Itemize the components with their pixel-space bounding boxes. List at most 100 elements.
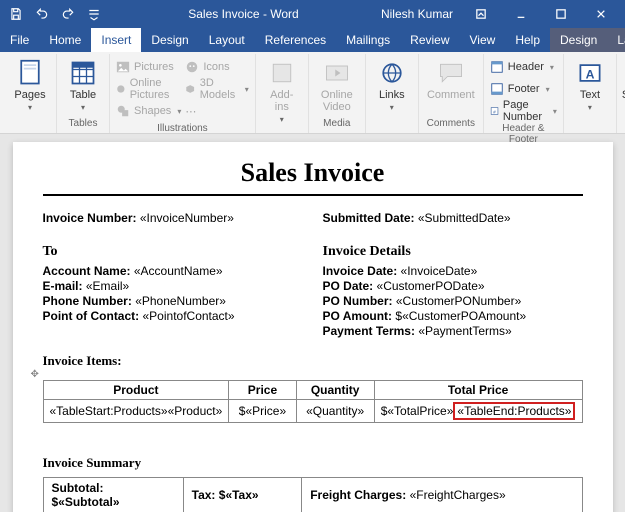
document-area[interactable]: Sales Invoice Invoice Number: «InvoiceNu… — [0, 134, 625, 512]
icons-button[interactable]: Icons — [185, 57, 248, 77]
phone-line: Phone Number: «PhoneNumber» — [43, 294, 303, 308]
header-button[interactable]: Header▾ — [490, 57, 557, 77]
online-pictures-button[interactable]: Online Pictures — [116, 79, 181, 99]
page: Sales Invoice Invoice Number: «InvoiceNu… — [13, 142, 613, 512]
tab-mailings[interactable]: Mailings — [336, 28, 400, 52]
svg-text:A: A — [586, 67, 595, 81]
comment-label: Comment — [427, 89, 475, 101]
pictures-button[interactable]: Pictures — [116, 57, 181, 77]
shapes-button[interactable]: Shapes▾ — [116, 101, 181, 121]
ribbon-tabs: File Home Insert Design Layout Reference… — [0, 28, 625, 52]
ribbon-display-button[interactable] — [461, 0, 501, 28]
group-header-footer: Header▾ Footer▾ #Page Number▾ Header & F… — [484, 54, 564, 133]
poc-line: Point of Contact: «PointofContact» — [43, 309, 303, 323]
comment-button[interactable]: Comment — [425, 57, 477, 101]
tab-help[interactable]: Help — [505, 28, 550, 52]
tab-layout[interactable]: Layout — [199, 28, 255, 52]
online-picture-icon — [116, 82, 126, 96]
poamt-line: PO Amount: $«CustomerPOAmount» — [323, 309, 583, 323]
title-bar: Sales Invoice - Word Nilesh Kumar — [0, 0, 625, 28]
table-label: Table — [70, 89, 96, 101]
group-label-media: Media — [315, 116, 359, 131]
th-product: Product — [43, 381, 229, 400]
tab-file[interactable]: File — [0, 28, 39, 52]
icons-icon — [185, 60, 199, 74]
comment-icon — [437, 59, 465, 87]
tab-review[interactable]: Review — [400, 28, 459, 52]
pages-button[interactable]: Pages ▾ — [10, 57, 50, 112]
table-row: Subtotal: $«Subtotal» Tax: $«Tax» Freigh… — [43, 478, 582, 512]
links-button[interactable]: Links ▾ — [372, 57, 412, 112]
group-illustrations: Pictures Online Pictures Shapes▾ Icons 3… — [110, 54, 256, 133]
td-tax: Tax: $«Tax» — [183, 478, 302, 512]
text-button[interactable]: A Text ▾ — [570, 57, 610, 112]
tab-references[interactable]: References — [255, 28, 336, 52]
save-button[interactable] — [4, 3, 28, 25]
text-label: Text — [580, 89, 600, 101]
to-heading: To — [43, 244, 303, 260]
footer-button[interactable]: Footer▾ — [490, 79, 557, 99]
items-heading: Invoice Items: — [43, 353, 583, 369]
video-icon — [323, 59, 351, 87]
tab-table-design[interactable]: Design — [550, 28, 607, 52]
table-icon — [69, 59, 97, 87]
th-price: Price — [229, 381, 296, 400]
3d-models-label: 3D Models — [200, 77, 239, 101]
invdate-line: Invoice Date: «InvoiceDate» — [323, 264, 583, 278]
picture-icon — [116, 60, 130, 74]
td-product: «TableStart:Products»«Product» — [43, 400, 229, 423]
table-move-handle-icon[interactable]: ✥ — [31, 369, 583, 380]
page-number-icon: # — [490, 104, 499, 118]
tab-insert[interactable]: Insert — [91, 28, 141, 52]
tab-table-layout[interactable]: Layout — [607, 28, 625, 52]
redo-button[interactable] — [56, 3, 80, 25]
quick-access-toolbar — [4, 3, 106, 25]
maximize-button[interactable] — [541, 0, 581, 28]
group-pages: Pages ▾ — [4, 54, 57, 133]
undo-button[interactable] — [30, 3, 54, 25]
window-title: Sales Invoice - Word — [106, 7, 381, 21]
group-label-links — [372, 116, 412, 131]
minimize-button[interactable] — [501, 0, 541, 28]
chevron-down-icon: ▾ — [390, 103, 394, 112]
footer-icon — [490, 82, 504, 96]
details-heading: Invoice Details — [323, 244, 583, 260]
account-button[interactable]: Nilesh Kumar — [381, 7, 453, 21]
header-icon — [490, 60, 504, 74]
doc-title: Sales Invoice — [43, 158, 583, 188]
cube-icon — [185, 82, 195, 96]
invoice-summary-table: Subtotal: $«Subtotal» Tax: $«Tax» Freigh… — [43, 477, 583, 512]
tab-home[interactable]: Home — [39, 28, 91, 52]
close-button[interactable] — [581, 0, 621, 28]
th-total: Total Price — [374, 381, 582, 400]
group-symbols: Ω Symbols ▾ — [617, 54, 625, 133]
email-line: E-mail: «Email» — [43, 279, 303, 293]
chevron-down-icon: ▾ — [81, 103, 85, 112]
td-subtotal: Subtotal: $«Subtotal» — [43, 478, 183, 512]
group-label-hf: Header & Footer — [490, 121, 557, 147]
video-label: Online Video — [321, 89, 353, 113]
td-total: $«TotalPrice»«TableEnd:Products» — [374, 400, 582, 423]
page-number-button[interactable]: #Page Number▾ — [490, 101, 557, 121]
tab-design[interactable]: Design — [141, 28, 198, 52]
group-links: Links ▾ — [366, 54, 419, 133]
online-video-button[interactable]: Online Video — [315, 57, 359, 113]
3d-models-button[interactable]: 3D Models▾ — [185, 79, 248, 99]
user-name: Nilesh Kumar — [381, 7, 453, 21]
addins-label: Add- ins — [270, 89, 293, 113]
account-line: Account Name: «AccountName» — [43, 264, 303, 278]
more-illustrations-button[interactable]: ⋯ — [185, 101, 248, 121]
tab-view[interactable]: View — [460, 28, 506, 52]
ponum-line: PO Number: «CustomerPONumber» — [323, 294, 583, 308]
page-number-label: Page Number — [503, 99, 547, 123]
qat-customize-button[interactable] — [82, 3, 106, 25]
page-icon — [16, 59, 44, 87]
group-label-addins — [262, 124, 302, 139]
summary-heading: Invoice Summary — [43, 455, 583, 471]
chevron-down-icon: ▾ — [28, 103, 32, 112]
td-quantity: «Quantity» — [296, 400, 374, 423]
addins-button[interactable]: Add- ins ▾ — [262, 57, 302, 124]
table-button[interactable]: Table ▾ — [63, 57, 103, 112]
th-quantity: Quantity — [296, 381, 374, 400]
table-row: «TableStart:Products»«Product» $«Price» … — [43, 400, 582, 423]
